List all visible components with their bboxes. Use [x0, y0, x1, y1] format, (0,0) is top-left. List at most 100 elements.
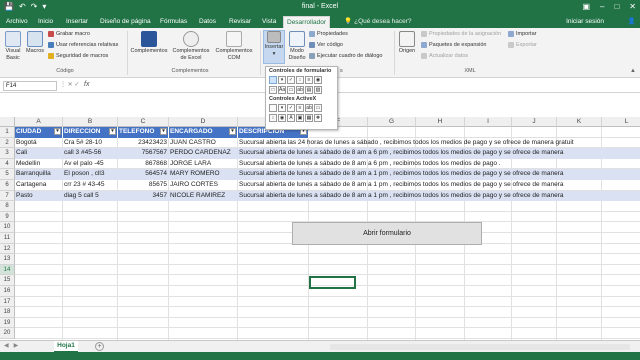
tab-inicio[interactable]: Inicio: [35, 16, 56, 28]
table-cell-direccion[interactable]: El poson , cll3: [63, 169, 118, 180]
selected-cell-f14[interactable]: [309, 276, 356, 289]
activex-scroll-icon[interactable]: ▭: [314, 104, 322, 112]
scroll-bar-icon[interactable]: ▭: [287, 86, 295, 94]
activex-textbox-icon[interactable]: ab: [305, 104, 313, 112]
grabar-macro-button[interactable]: Grabar macro: [48, 31, 90, 37]
visual-basic-button[interactable]: Visual Basic: [2, 31, 24, 61]
row-header-15[interactable]: 15: [0, 275, 15, 286]
activex-list-icon[interactable]: ≡: [296, 104, 304, 112]
ribbon-options-icon[interactable]: ▣: [582, 2, 590, 11]
table-header-cell[interactable]: ▾ CIUDAD: [15, 127, 63, 138]
table-cell-ciudad[interactable]: Bogotá: [15, 138, 63, 149]
combo-list-icon[interactable]: ▤: [305, 86, 313, 94]
filter-dropdown-icon[interactable]: ▾: [160, 128, 167, 135]
table-cell-encargado[interactable]: JAIRO CORTES: [169, 180, 238, 191]
row-header-17[interactable]: 17: [0, 296, 15, 308]
combo-box-icon[interactable]: ▾: [278, 76, 286, 84]
table-cell-ciudad[interactable]: Barranquilla: [15, 169, 63, 180]
importar-button[interactable]: Importar: [508, 31, 536, 37]
filter-dropdown-icon[interactable]: ▾: [229, 128, 236, 135]
table-cell-ciudad[interactable]: Medellin: [15, 159, 63, 170]
origen-button[interactable]: Origen: [396, 31, 418, 55]
tab-archivo[interactable]: Archivo: [3, 16, 31, 28]
table-cell-telefono[interactable]: 23423423: [118, 138, 169, 149]
row-header-4[interactable]: 4: [0, 158, 15, 170]
add-sheet-icon[interactable]: +: [95, 342, 104, 351]
text-field-icon[interactable]: ab: [296, 86, 304, 94]
row-header-10[interactable]: 10: [0, 222, 15, 233]
name-box[interactable]: F14: [3, 81, 57, 91]
table-cell-telefono[interactable]: 85675: [118, 180, 169, 191]
table-header-cell[interactable]: ▾ ENCARGADO: [169, 127, 238, 138]
table-cell-encargado[interactable]: MARY ROMERO: [169, 169, 238, 180]
insert-function-icon[interactable]: fx: [84, 81, 89, 88]
table-cell-telefono[interactable]: 3457: [118, 190, 169, 202]
row-header-8[interactable]: 8: [0, 201, 15, 212]
row-header-2[interactable]: 2: [0, 137, 15, 149]
tab-vista[interactable]: Vista: [259, 16, 279, 28]
table-cell-ciudad[interactable]: Pasto: [15, 190, 63, 202]
table-cell-direccion[interactable]: call 3 #45-56: [63, 148, 118, 159]
propiedades-asignacion-button[interactable]: Propiedades de la asignación: [421, 31, 501, 37]
button-control-icon[interactable]: [269, 76, 277, 84]
column-header-l[interactable]: L: [602, 117, 640, 127]
row-header-12[interactable]: 12: [0, 243, 15, 255]
activex-button-icon[interactable]: [269, 104, 277, 112]
table-cell-ciudad[interactable]: Cartagena: [15, 180, 63, 191]
column-header-i[interactable]: I: [465, 117, 512, 127]
table-cell-encargado[interactable]: JUAN CASTRO: [169, 138, 238, 149]
table-header-cell[interactable]: ▾ DIRECCION: [63, 127, 118, 138]
table-cell-direccion[interactable]: crr 23 # 43-45: [63, 180, 118, 191]
column-header-g[interactable]: G: [368, 117, 416, 127]
tab-insertar[interactable]: Insertar: [63, 16, 91, 28]
table-cell-direccion[interactable]: Av el palo -45: [63, 159, 118, 170]
macros-button[interactable]: Macros: [25, 31, 45, 55]
column-header-a[interactable]: A: [15, 117, 63, 127]
row-header-3[interactable]: 3: [0, 148, 15, 159]
tab-revisar[interactable]: Revisar: [226, 16, 254, 28]
table-cell-encargado[interactable]: JORGE LARA: [169, 159, 238, 170]
row-header-18[interactable]: 18: [0, 307, 15, 318]
row-header-20[interactable]: 20: [0, 328, 15, 339]
row-header-19[interactable]: 19: [0, 317, 15, 329]
row-header-6[interactable]: 6: [0, 180, 15, 191]
table-cell-descripcion[interactable]: Sucursal abierta de lunes a sábado de 8 …: [238, 180, 640, 191]
ejecutar-dialogo-button[interactable]: Ejecutar cuadro de diálogo: [309, 53, 382, 59]
table-header-cell[interactable]: ▾ TELEFONO: [118, 127, 169, 138]
paquetes-expansion-button[interactable]: Paquetes de expansión: [421, 42, 487, 48]
table-cell-encargado[interactable]: NICOLE RAMIREZ: [169, 190, 238, 202]
tab-formulas[interactable]: Fórmulas: [157, 16, 190, 28]
label-control-icon[interactable]: Aa: [278, 86, 286, 94]
table-cell-descripcion[interactable]: Sucursal abierta de lunes a sábado de 8 …: [238, 159, 640, 170]
actualizar-datos-button[interactable]: Actualizar datos: [421, 53, 468, 59]
group-box-icon[interactable]: □: [269, 86, 277, 94]
table-cell-descripcion[interactable]: Sucursal abierta de lunes a sábado de 8 …: [238, 169, 640, 180]
row-header-5[interactable]: 5: [0, 169, 15, 180]
column-header-d[interactable]: D: [169, 117, 238, 127]
ver-codigo-button[interactable]: Ver código: [309, 42, 343, 48]
row-header-14[interactable]: 14: [0, 264, 15, 276]
modo-diseno-button[interactable]: Modo Diseño: [287, 31, 307, 61]
complementos-excel-button[interactable]: Complementos de Excel: [171, 31, 211, 61]
activex-toggle-icon[interactable]: ▦: [305, 114, 313, 122]
row-header-11[interactable]: 11: [0, 233, 15, 244]
horizontal-scrollbar[interactable]: [330, 344, 630, 350]
table-cell-descripcion[interactable]: Sucursal abierta de lunes a sábado de 8 …: [238, 190, 640, 202]
filter-dropdown-icon[interactable]: ▾: [109, 128, 116, 135]
collapse-ribbon-icon[interactable]: ▲: [630, 68, 636, 74]
table-cell-descripcion[interactable]: Sucursal abierta las 24 horas de lunes a…: [238, 138, 640, 149]
seguridad-macros-button[interactable]: Seguridad de macros: [48, 53, 108, 59]
usar-referencias-button[interactable]: Usar referencias relativas: [48, 42, 118, 48]
checkbox-icon[interactable]: ✓: [287, 76, 295, 84]
row-header-13[interactable]: 13: [0, 254, 15, 265]
tab-datos[interactable]: Datos: [196, 16, 219, 28]
abrir-formulario-button[interactable]: Abrir formulario: [292, 222, 482, 245]
tab-diseno-pagina[interactable]: Diseño de página: [97, 16, 154, 28]
table-cell-direccion[interactable]: Cra 5# 28-10: [63, 138, 118, 149]
complementos-com-button[interactable]: Complementos COM: [214, 31, 254, 61]
row-header-1[interactable]: 1: [0, 127, 15, 138]
list-box-icon[interactable]: ≡: [305, 76, 313, 84]
activex-label-icon[interactable]: A: [287, 114, 295, 122]
select-all-corner[interactable]: [0, 117, 15, 127]
exportar-button[interactable]: Exportar: [508, 42, 537, 48]
